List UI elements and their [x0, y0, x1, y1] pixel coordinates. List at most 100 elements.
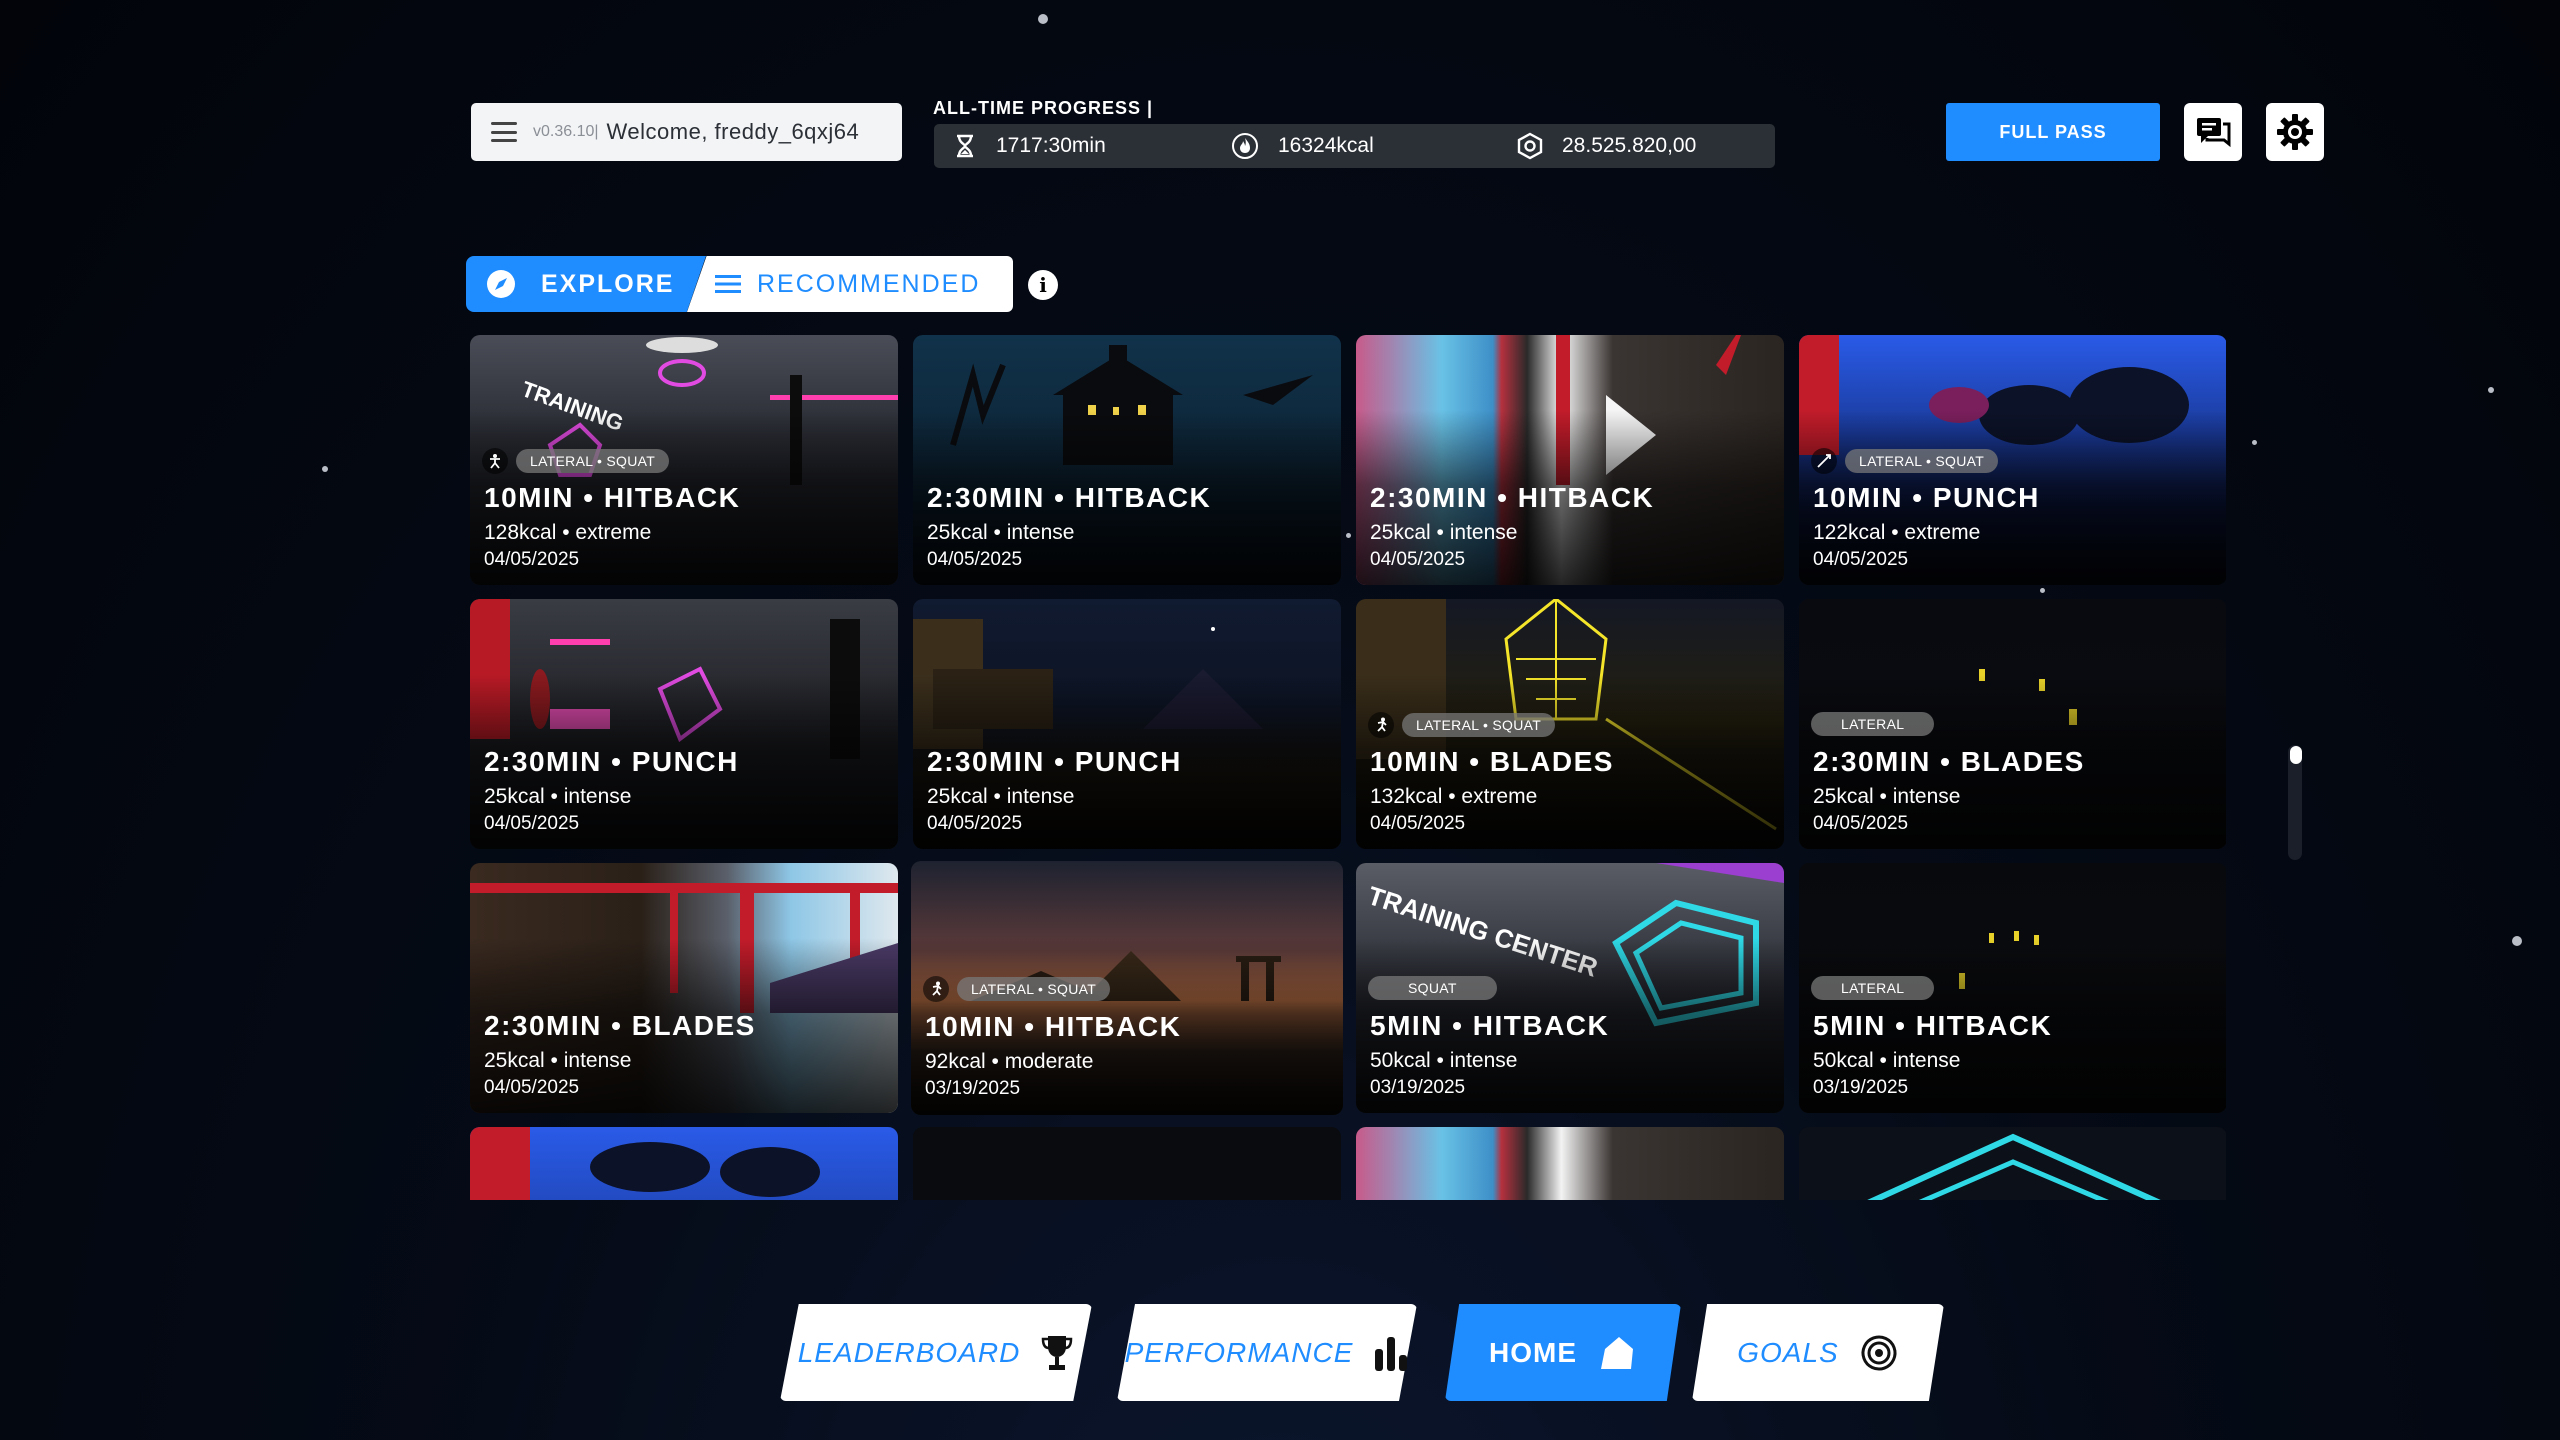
view-tabs: EXPLORE RECOMMENDED	[466, 256, 1013, 312]
card-date: 04/05/2025	[927, 549, 1023, 570]
workout-card[interactable]	[1356, 1127, 1784, 1200]
nav-goals-label: GOALS	[1737, 1336, 1839, 1368]
card-tag: LATERAL	[1811, 976, 1935, 1000]
card-date: 04/05/2025	[1370, 549, 1466, 570]
nav-home[interactable]: HOME	[1445, 1304, 1681, 1401]
target-icon	[1861, 1335, 1897, 1370]
card-title: 2:30MIN • HITBACK	[1370, 482, 1655, 513]
tab-explore[interactable]: EXPLORE	[466, 256, 706, 312]
stat-time: 1717:30min	[952, 133, 1106, 159]
bar-chart-icon	[1375, 1336, 1408, 1371]
settings-button[interactable]	[2266, 103, 2324, 161]
card-tag: SQUAT	[1368, 976, 1497, 1000]
card-meta: 122kcal • extreme	[1813, 521, 1981, 544]
card-thumbnail	[1799, 1127, 2226, 1200]
card-meta: 132kcal • extreme	[1370, 785, 1538, 808]
workout-card[interactable]: 2:30MIN • PUNCH 25kcal • intense 04/05/2…	[913, 599, 1341, 849]
card-title: 2:30MIN • HITBACK	[927, 482, 1212, 513]
nav-performance-label: PERFORMANCE	[1124, 1336, 1354, 1368]
card-thumbnail	[913, 1127, 1341, 1200]
tab-recommended[interactable]: RECOMMENDED	[687, 256, 1013, 312]
card-date: 04/05/2025	[484, 813, 580, 834]
card-title: 10MIN • HITBACK	[484, 482, 741, 513]
runner-icon	[1368, 712, 1394, 738]
trophy-icon	[1042, 1335, 1073, 1370]
star	[2488, 387, 2494, 393]
star	[1038, 14, 1048, 24]
card-meta: 50kcal • intense	[1370, 1049, 1518, 1072]
card-meta: 50kcal • intense	[1813, 1049, 1961, 1072]
list-icon	[715, 275, 741, 293]
card-meta: 25kcal • intense	[484, 1049, 632, 1072]
grid-scroll-thumb[interactable]	[2290, 746, 2302, 764]
card-date: 04/05/2025	[927, 813, 1023, 834]
stat-kcal-value: 16324kcal	[1278, 134, 1374, 157]
app-screen: v0.36.10| Welcome, freddy_6qxj64 ALL-TIM…	[0, 0, 2560, 1440]
card-meta: 128kcal • extreme	[484, 521, 652, 544]
card-date: 03/19/2025	[925, 1078, 1021, 1099]
card-meta: 92kcal • moderate	[925, 1050, 1094, 1073]
card-tag: LATERAL • SQUAT	[516, 449, 670, 473]
card-tag: LATERAL • SQUAT	[1402, 713, 1556, 737]
card-title: 2:30MIN • PUNCH	[927, 746, 1182, 777]
stat-time-value: 1717:30min	[996, 134, 1106, 157]
chat-button[interactable]	[2184, 103, 2242, 161]
card-title: 10MIN • BLADES	[1370, 746, 1614, 777]
card-meta: 25kcal • intense	[1370, 521, 1518, 544]
card-meta: 25kcal • intense	[1813, 785, 1961, 808]
progress-title: ALL-TIME PROGRESS |	[933, 98, 1154, 118]
home-icon	[1601, 1336, 1633, 1369]
workout-card[interactable]: 2:30MIN • HITBACK 25kcal • intense 04/05…	[1356, 335, 1784, 585]
stat-kcal: 16324kcal	[1230, 131, 1374, 161]
card-date: 04/05/2025	[484, 1077, 580, 1098]
workout-card[interactable]: LATERAL • SQUAT 10MIN • BLADES 132kcal •…	[1356, 599, 1784, 849]
card-thumbnail	[1356, 1127, 1784, 1200]
nav-goals[interactable]: GOALS	[1692, 1304, 1944, 1401]
chat-icon	[2197, 118, 2231, 148]
workout-card[interactable]: TRAINING LATERAL • SQUAT 10MIN • HITBACK…	[470, 335, 898, 585]
info-icon[interactable]: i	[1028, 270, 1058, 300]
tab-recommended-label: RECOMMENDED	[757, 269, 981, 298]
workout-card[interactable]: 2:30MIN • BLADES 25kcal • intense 04/05/…	[470, 863, 898, 1113]
figure-icon	[1811, 448, 1837, 474]
runner-icon	[923, 976, 949, 1002]
workout-card[interactable]: 2:30MIN • PUNCH 25kcal • intense 04/05/2…	[470, 599, 898, 849]
welcome-text: Welcome, freddy_6qxj64	[606, 119, 860, 144]
card-meta: 25kcal • intense	[927, 785, 1075, 808]
workout-card[interactable]	[1799, 1127, 2226, 1200]
stat-points: 28.525.820,00	[1516, 132, 1696, 160]
progress-stats-bar: 1717:30min 16324kcal 28.525.820,00	[934, 124, 1775, 168]
figure-icon	[482, 448, 508, 474]
flame-icon	[1232, 133, 1258, 159]
workout-card[interactable]: LATERAL 5MIN • HITBACK 50kcal • intense …	[1799, 863, 2226, 1113]
workout-card[interactable]	[470, 1127, 898, 1200]
workout-card[interactable]: LATERAL • SQUAT 10MIN • HITBACK 92kcal •…	[911, 861, 1343, 1115]
gear-icon	[2277, 114, 2313, 150]
workout-card[interactable]	[913, 1127, 1341, 1200]
star	[2252, 440, 2257, 445]
card-date: 04/05/2025	[1813, 549, 1909, 570]
card-date: 04/05/2025	[484, 549, 580, 570]
nav-leaderboard[interactable]: LEADERBOARD	[780, 1304, 1092, 1401]
hamburger-menu-icon[interactable]	[491, 122, 517, 142]
card-title: 2:30MIN • PUNCH	[484, 746, 739, 777]
star	[2512, 936, 2522, 946]
card-date: 03/19/2025	[1813, 1077, 1909, 1098]
full-pass-button[interactable]: FULL PASS	[1946, 103, 2160, 161]
card-date: 04/05/2025	[1813, 813, 1909, 834]
card-title: 10MIN • PUNCH	[1813, 482, 2040, 513]
workout-card[interactable]: LATERAL 2:30MIN • BLADES 25kcal • intens…	[1799, 599, 2226, 849]
workout-card[interactable]: TRAINING CENTER SQUAT 5MIN • HITBACK 50k…	[1356, 863, 1784, 1113]
card-meta: 25kcal • intense	[484, 785, 632, 808]
workout-grid: TRAINING LATERAL • SQUAT 10MIN • HITBACK…	[470, 335, 2226, 1200]
nav-leaderboard-label: LEADERBOARD	[797, 1336, 1021, 1368]
card-title: 2:30MIN • BLADES	[484, 1010, 756, 1041]
card-tag: LATERAL • SQUAT	[957, 977, 1111, 1001]
hexagon-icon	[1517, 132, 1543, 160]
workout-card[interactable]: LATERAL • SQUAT 10MIN • PUNCH 122kcal • …	[1799, 335, 2226, 585]
nav-performance[interactable]: PERFORMANCE	[1117, 1304, 1417, 1401]
card-title: 10MIN • HITBACK	[925, 1011, 1182, 1042]
workout-card[interactable]: 2:30MIN • HITBACK 25kcal • intense 04/05…	[913, 335, 1341, 585]
card-thumbnail	[470, 1127, 898, 1200]
welcome-bar[interactable]: v0.36.10| Welcome, freddy_6qxj64	[471, 103, 902, 161]
